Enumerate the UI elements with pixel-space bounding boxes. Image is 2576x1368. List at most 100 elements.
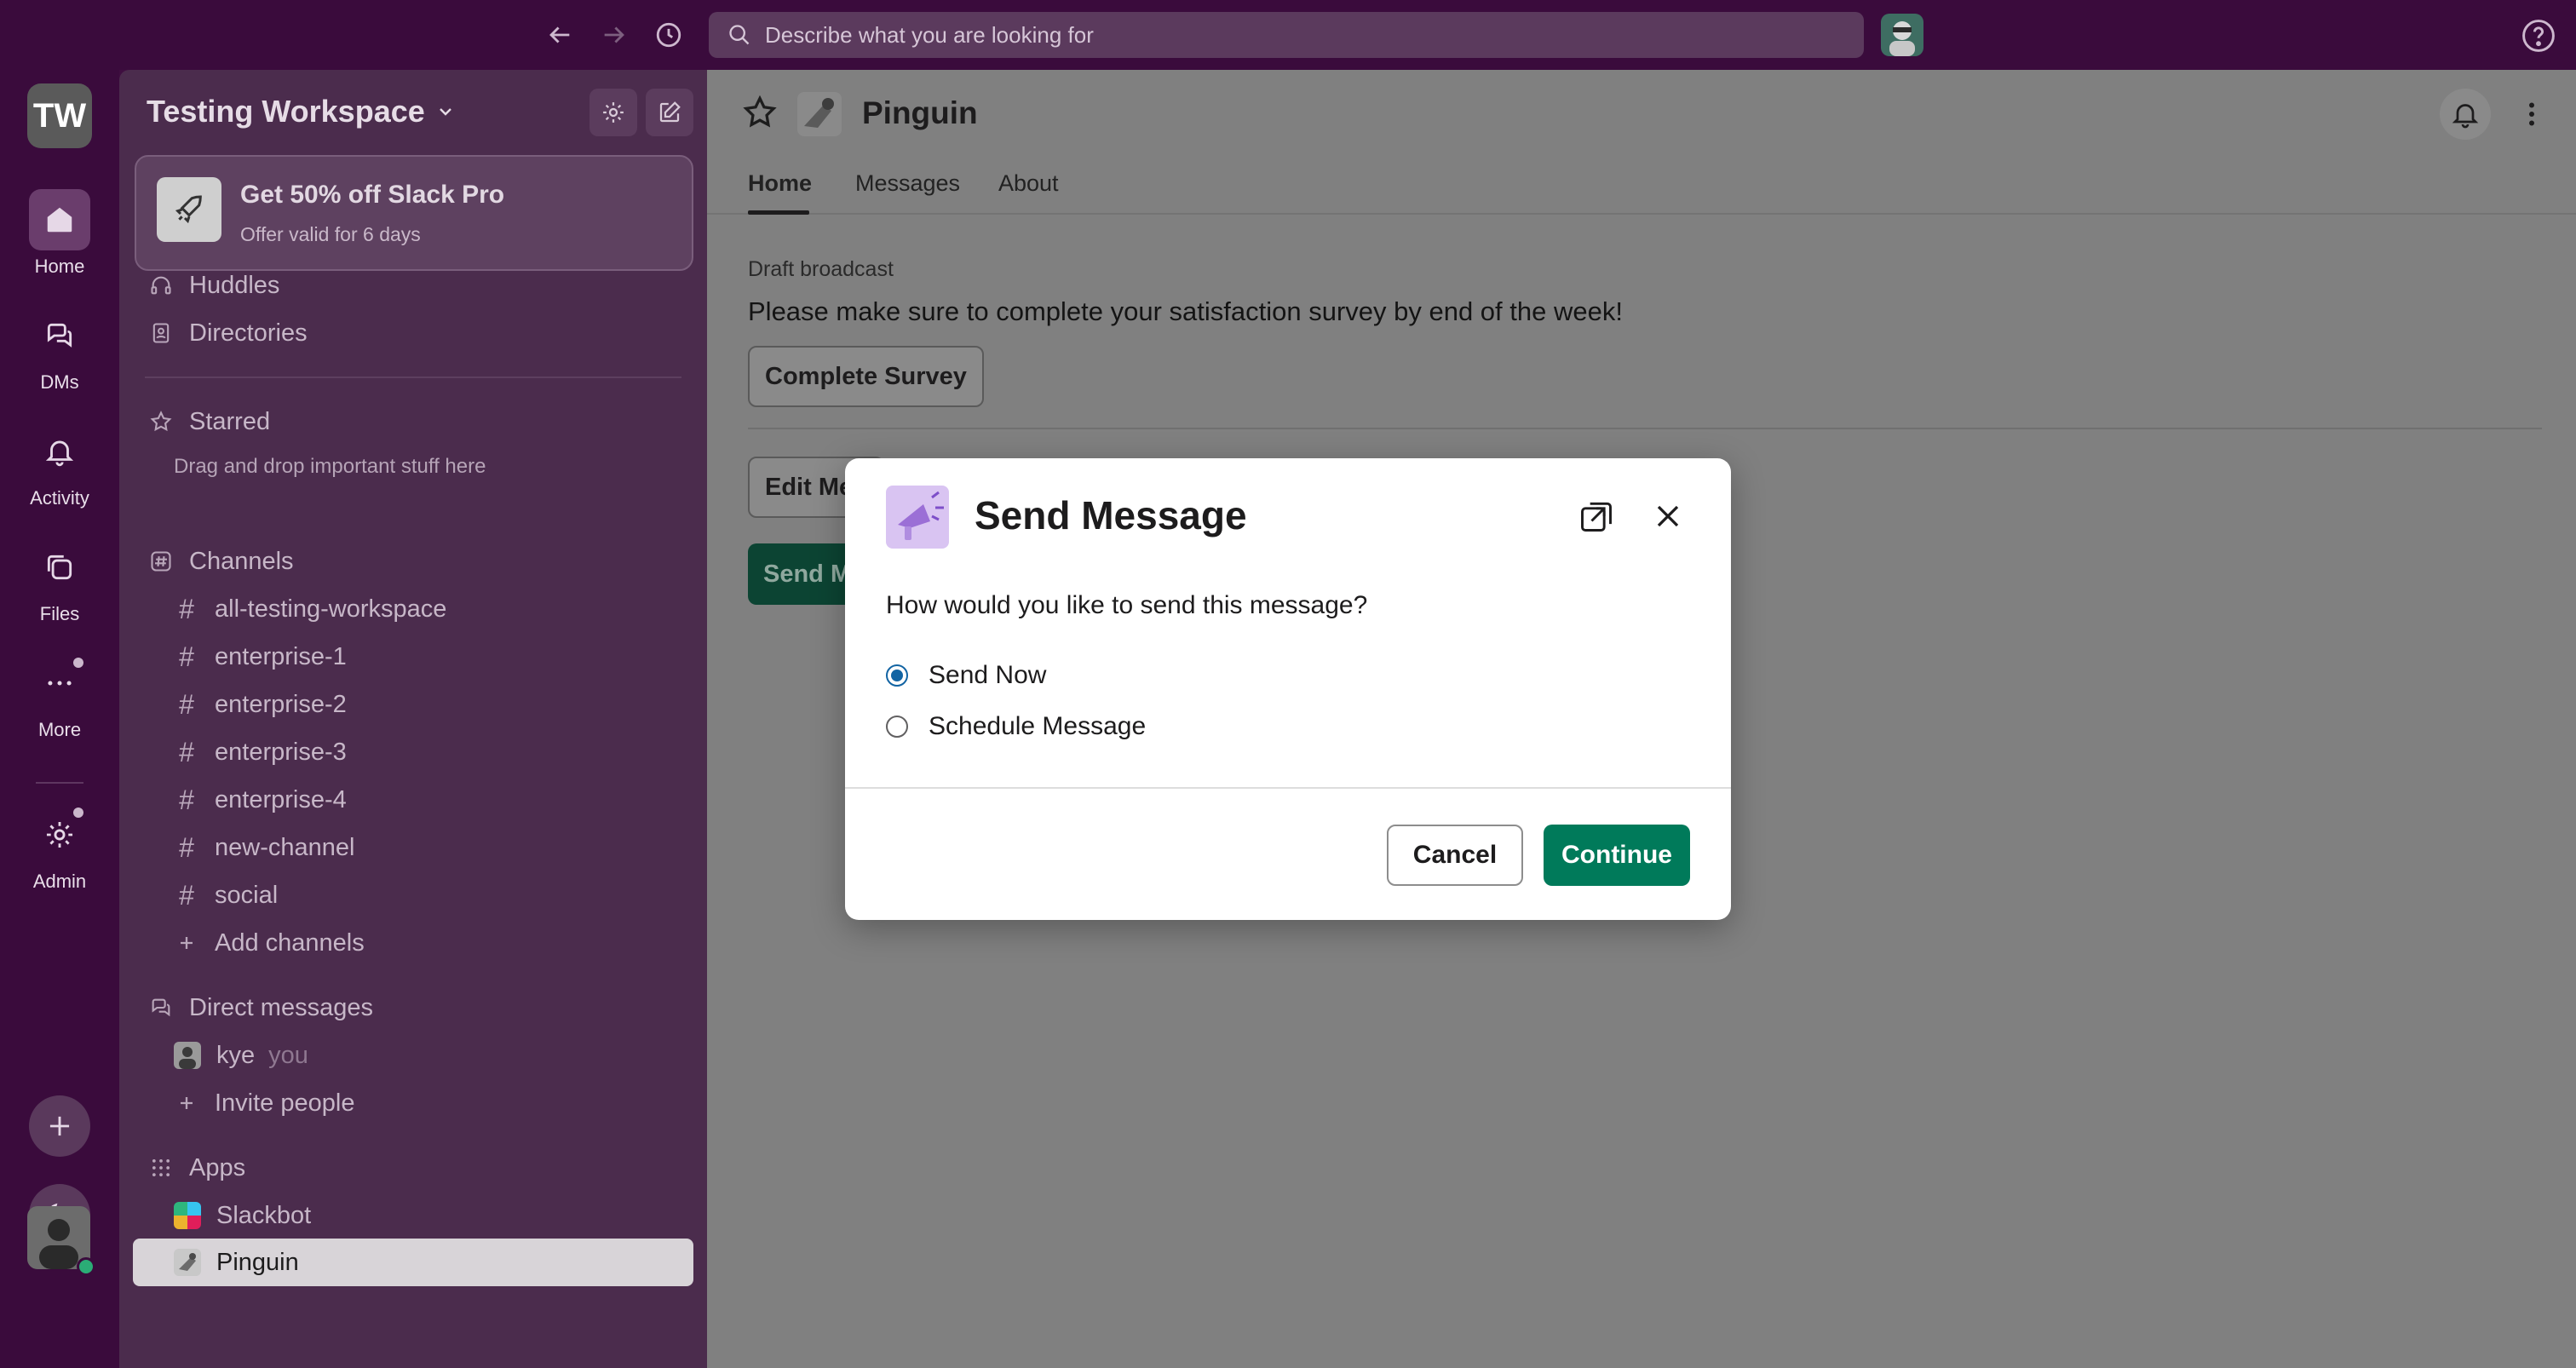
megaphone-icon — [886, 486, 949, 549]
continue-button[interactable]: Continue — [1544, 825, 1690, 886]
plus-icon — [174, 1090, 199, 1116]
dm-label: Direct messages — [189, 993, 373, 1021]
complete-survey-button[interactable]: Complete Survey — [748, 346, 984, 407]
chevron-down-icon — [439, 108, 451, 116]
rail-admin[interactable]: Admin — [0, 804, 119, 893]
workspace-name-button[interactable]: Testing Workspace — [147, 94, 456, 129]
hash-icon: # — [179, 831, 194, 863]
rail-files[interactable]: Files — [0, 537, 119, 625]
bell-icon — [29, 421, 90, 482]
compose-button[interactable] — [646, 89, 693, 136]
app-name: Slackbot — [216, 1201, 312, 1229]
tab-about[interactable]: About — [998, 170, 1059, 197]
starred-label: Starred — [189, 407, 271, 435]
apps-label: Apps — [189, 1153, 246, 1181]
dialog-title: Send Message — [975, 493, 1247, 537]
apps-section-header[interactable]: Apps — [148, 1147, 245, 1189]
add-channels-button[interactable]: Add channels — [174, 922, 365, 964]
rail-activity[interactable]: Activity — [0, 421, 119, 509]
sidebar-item-directories[interactable]: Directories — [148, 312, 308, 354]
radio-send-now[interactable] — [886, 664, 908, 687]
sidebar-item-channel[interactable]: # social — [174, 874, 278, 917]
send-message-dialog: Send Message How would you like to send … — [845, 458, 1731, 920]
sidebar-item-dm-kye[interactable]: kye you — [174, 1034, 308, 1077]
star-icon[interactable] — [741, 94, 784, 136]
help-icon[interactable] — [2520, 17, 2557, 55]
starred-section-header[interactable]: Starred — [148, 400, 270, 443]
gear-icon — [603, 102, 624, 123]
channel-name: enterprise-3 — [215, 738, 347, 766]
notification-bell-button[interactable] — [2440, 89, 2491, 140]
rail-divider — [36, 782, 83, 784]
rail-home[interactable]: Home — [0, 189, 119, 278]
files-icon — [29, 537, 90, 598]
content-divider — [748, 428, 2542, 429]
channel-name: all-testing-workspace — [215, 595, 447, 623]
dm-icon — [148, 995, 174, 1020]
sidebar-item-channel[interactable]: # all-testing-workspace — [174, 588, 446, 630]
invite-people-button[interactable]: Invite people — [174, 1082, 354, 1124]
workspace-rail: TW Home DMs Activity Files More Admin — [0, 70, 119, 1368]
option-label: Send Now — [929, 661, 1047, 689]
back-arrow-icon[interactable] — [540, 15, 579, 55]
workspace-name: Testing Workspace — [147, 94, 425, 129]
workspace-icon[interactable]: TW — [27, 83, 92, 148]
hash-icon: # — [179, 641, 194, 672]
slackbot-icon — [174, 1202, 201, 1229]
promo-banner[interactable]: Get 50% off Slack Pro Offer valid for 6 … — [135, 155, 693, 271]
hash-icon: # — [179, 736, 194, 767]
channels-icon — [148, 549, 174, 574]
rail-more[interactable]: More — [0, 652, 119, 741]
sidebar-item-channel[interactable]: # enterprise-4 — [174, 779, 347, 821]
cancel-button[interactable]: Cancel — [1387, 825, 1523, 886]
channel-name: new-channel — [215, 833, 355, 861]
close-icon[interactable] — [1649, 497, 1687, 535]
history-icon[interactable] — [649, 15, 688, 55]
sidebar-item-label: Huddles — [189, 271, 280, 299]
home-icon — [29, 189, 90, 250]
sidebar-item-channel[interactable]: # enterprise-3 — [174, 731, 347, 773]
add-channels-label: Add channels — [215, 928, 365, 957]
tab-messages[interactable]: Messages — [855, 170, 960, 197]
sidebar-item-slackbot[interactable]: Slackbot — [174, 1194, 311, 1237]
more-notification-dot — [73, 658, 83, 668]
presence-indicator — [77, 1257, 95, 1276]
hash-icon: # — [179, 784, 194, 815]
sidebar-item-channel[interactable]: # enterprise-2 — [174, 683, 347, 726]
add-workspace-button[interactable] — [29, 1095, 90, 1157]
invite-people-label: Invite people — [215, 1089, 355, 1117]
tab-active-indicator — [748, 210, 809, 215]
hash-icon: # — [179, 688, 194, 720]
kebab-menu-icon[interactable] — [2513, 95, 2550, 133]
app-avatar[interactable] — [1881, 14, 1923, 56]
dm-section-header[interactable]: Direct messages — [148, 986, 373, 1029]
rocket-icon — [157, 177, 221, 242]
admin-notification-dot — [73, 808, 83, 818]
compose-icon — [659, 101, 681, 123]
app-name: Pinguin — [216, 1248, 299, 1276]
sidebar-item-pinguin[interactable]: Pinguin — [174, 1241, 299, 1284]
option-send-now[interactable]: Send Now — [886, 661, 1046, 690]
channels-section-header[interactable]: Channels — [148, 540, 294, 583]
channel-name: social — [215, 881, 279, 909]
search-input[interactable]: Describe what you are looking for — [709, 12, 1864, 58]
sidebar-item-channel[interactable]: # enterprise-1 — [174, 635, 347, 678]
forward-arrow-icon[interactable] — [595, 15, 634, 55]
promo-subtitle: Offer valid for 6 days — [240, 223, 421, 245]
hash-icon: # — [179, 593, 194, 624]
option-schedule-message[interactable]: Schedule Message — [886, 712, 1146, 741]
popout-icon[interactable] — [1578, 497, 1615, 535]
search-placeholder: Describe what you are looking for — [765, 21, 1094, 48]
tab-home[interactable]: Home — [748, 170, 812, 197]
you-tag: you — [268, 1041, 308, 1069]
rail-dms[interactable]: DMs — [0, 305, 119, 394]
promo-title: Get 50% off Slack Pro — [240, 181, 505, 209]
app-title: Pinguin — [862, 95, 978, 130]
sidebar-item-huddles[interactable]: Huddles — [148, 264, 279, 307]
directory-icon — [148, 320, 174, 346]
bell-icon — [2452, 104, 2479, 129]
workspace-settings-button[interactable] — [589, 89, 637, 136]
sidebar-item-channel[interactable]: # new-channel — [174, 826, 354, 869]
draft-label: Draft broadcast — [748, 257, 894, 281]
radio-schedule-message[interactable] — [886, 716, 908, 738]
